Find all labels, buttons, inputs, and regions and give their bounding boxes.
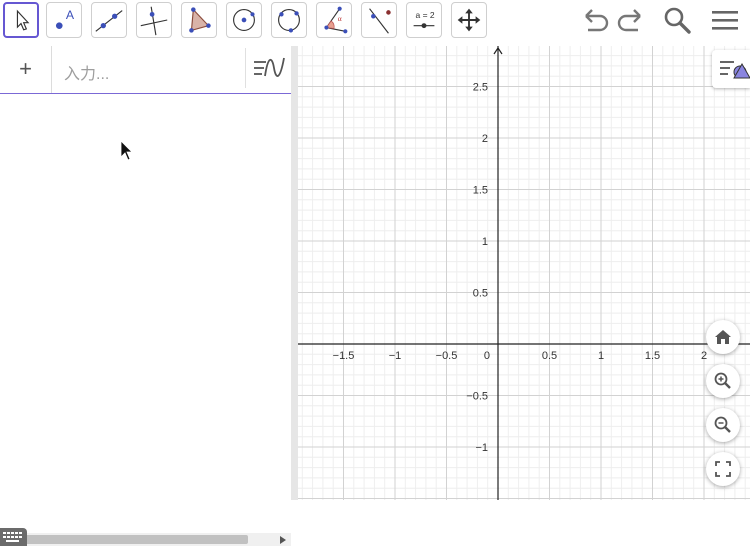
fullscreen-button[interactable] (706, 452, 740, 486)
y-tick-label: 1 (482, 236, 488, 248)
slider-icon: a = 2 (413, 10, 435, 29)
circle-three-points-icon (278, 9, 300, 33)
home-icon (715, 330, 731, 344)
algebra-input[interactable]: 入力... (64, 60, 109, 84)
reflect-icon (369, 8, 391, 34)
x-tick-label: 1.5 (645, 350, 660, 362)
undo-button[interactable] (578, 4, 612, 38)
x-tick-label: −0.5 (436, 350, 458, 362)
menu-icon (712, 11, 738, 30)
algebra-style-button[interactable] (245, 48, 289, 88)
circle-center-tool[interactable] (226, 2, 262, 38)
fullscreen-icon (715, 461, 731, 477)
view-divider[interactable] (291, 46, 298, 500)
zoom-out-button[interactable] (706, 408, 740, 442)
keyboard-icon (3, 532, 22, 542)
point-icon: A (55, 8, 75, 29)
home-button[interactable] (706, 320, 740, 354)
algebra-view: + 入力... (0, 46, 291, 546)
x-tick-label: −1 (389, 350, 402, 362)
x-tick-label: 1 (598, 350, 604, 362)
line-icon (95, 10, 123, 32)
x-tick-label: 0.5 (542, 350, 557, 362)
menu-button[interactable] (708, 4, 742, 38)
svg-text:α: α (338, 14, 342, 23)
move-arrows-icon (457, 8, 481, 32)
y-tick-label: −0.5 (466, 391, 488, 403)
arrow-cursor-icon (16, 9, 30, 31)
point-tool[interactable]: A (46, 2, 82, 38)
algebra-horizontal-scrollbar[interactable] (0, 533, 291, 546)
polygon-icon (189, 7, 211, 33)
search-button[interactable] (660, 4, 694, 38)
redo-button[interactable] (614, 4, 648, 38)
zoom-in-icon (714, 372, 731, 389)
y-tick-label: 2 (482, 133, 488, 145)
coordinate-grid[interactable]: −1.5 −1 −0.5 0 0.5 1 1.5 2 2.5 2 1.5 1 0.5 −0.5 −1 (298, 46, 750, 500)
slider-label: a = 2 (416, 10, 435, 20)
keyboard-button[interactable] (0, 528, 27, 546)
slider-tool[interactable]: a = 2 (406, 2, 442, 38)
origin-label: 0 (484, 350, 490, 362)
scroll-right-icon[interactable] (279, 536, 287, 544)
y-tick-label: 1.5 (473, 185, 488, 197)
search-icon (664, 7, 691, 34)
x-tick-label: 2 (701, 350, 707, 362)
reflect-tool[interactable] (361, 2, 397, 38)
perpendicular-line-tool[interactable] (136, 2, 172, 38)
algebra-input-row: + 入力... (0, 46, 291, 94)
perpendicular-icon (140, 6, 168, 36)
line-tool[interactable] (91, 2, 127, 38)
angle-tool[interactable]: α (316, 2, 352, 38)
circle-center-icon (233, 9, 255, 31)
algebra-style-icon (254, 57, 285, 77)
zoom-out-icon (714, 416, 731, 433)
x-tick-label: −1.5 (333, 350, 355, 362)
svg-text:A: A (66, 8, 75, 22)
mouse-cursor-icon (120, 140, 133, 161)
move-tool[interactable] (3, 2, 39, 38)
circle-three-points-tool[interactable] (271, 2, 307, 38)
add-item-button[interactable]: + (0, 46, 52, 93)
y-tick-label: 0.5 (473, 288, 488, 300)
zoom-in-button[interactable] (706, 364, 740, 398)
y-tick-label: −1 (475, 442, 488, 454)
y-tick-label: 2.5 (473, 82, 488, 94)
redo-icon (617, 9, 641, 32)
toolbar: A α a = 2 (0, 0, 750, 44)
move-graphics-view-tool[interactable] (451, 2, 487, 38)
polygon-tool[interactable] (181, 2, 217, 38)
scrollbar-thumb[interactable] (18, 535, 248, 544)
angle-icon: α (324, 6, 348, 34)
graphics-style-icon (720, 61, 750, 79)
graphics-style-button[interactable] (712, 50, 750, 88)
graphics-view[interactable]: −1.5 −1 −0.5 0 0.5 1 1.5 2 2.5 2 1.5 1 0.5 −0.5 −1 (298, 46, 750, 500)
undo-icon (585, 9, 609, 32)
